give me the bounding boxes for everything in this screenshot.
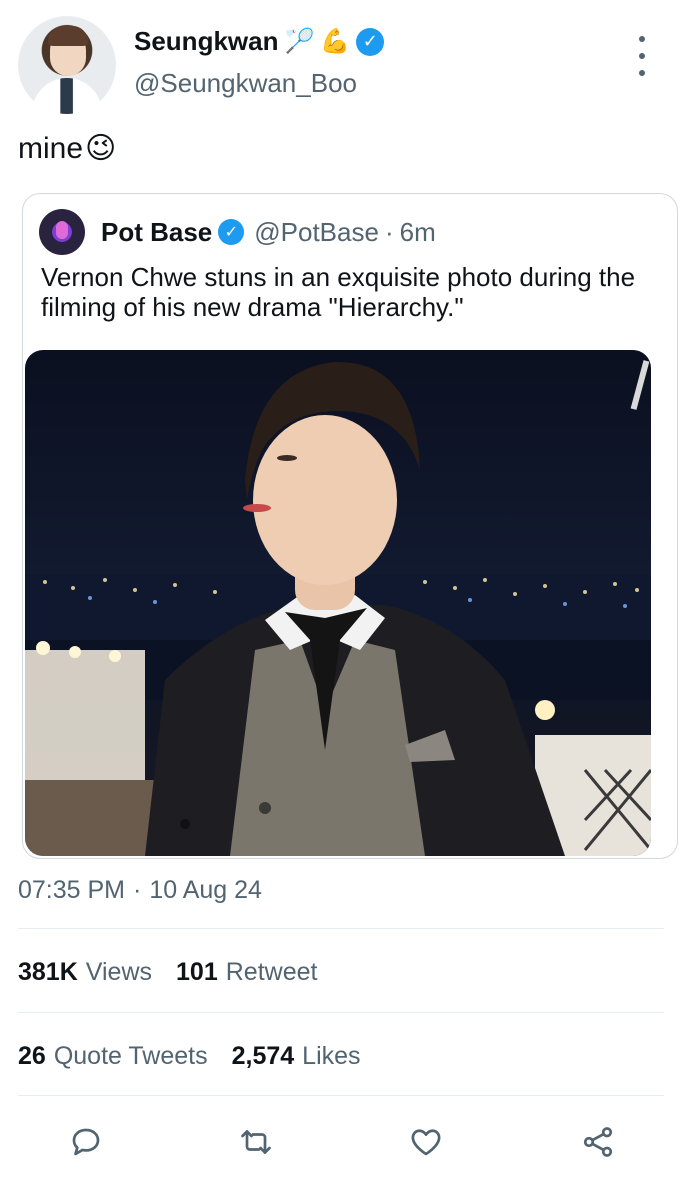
share-icon[interactable] [576, 1120, 620, 1164]
quoted-tweet-header: Pot Base ✓ @PotBase · 6m [39, 208, 436, 256]
tweet-header: Seungkwan 🏸 💪 ✓ @Seungkwan_Boo [18, 16, 668, 116]
views-label: Views [85, 958, 153, 986]
tweet-text-body: mine [18, 132, 84, 165]
stats-row-views-retweets: 381K Views 101 Retweet [18, 958, 333, 987]
quote-tweets-label[interactable]: Quote Tweets [54, 1042, 208, 1071]
separator-dot: · [133, 876, 142, 904]
tweet-detail-page: Seungkwan 🏸 💪 ✓ @Seungkwan_Boo mine 😉 Po… [0, 0, 684, 1200]
flexed-biceps-emoji: 💪 [320, 27, 351, 55]
tweet-text: mine 😉 [18, 132, 116, 166]
divider [18, 1095, 664, 1096]
author-display-name[interactable]: Seungkwan [134, 26, 278, 57]
quoted-author-name[interactable]: Pot Base [101, 217, 212, 248]
author-avatar[interactable] [18, 16, 116, 114]
tweet-timestamp[interactable]: 07:35 PM · 10 Aug 24 [18, 876, 262, 905]
views-count: 381K [18, 958, 78, 986]
badminton-emoji: 🏸 [284, 27, 315, 55]
separator-dot: · [384, 216, 394, 247]
bottom-edge [0, 1196, 684, 1200]
author-name-row: Seungkwan 🏸 💪 ✓ [134, 26, 385, 57]
winking-face-emoji: 😉 [85, 132, 117, 165]
more-options-icon[interactable] [632, 36, 652, 76]
author-handle[interactable]: @Seungkwan_Boo [134, 68, 357, 99]
tweet-time: 07:35 PM [18, 876, 126, 904]
retweets-count[interactable]: 101 [176, 958, 218, 987]
retweet-icon[interactable] [234, 1120, 278, 1164]
quoted-tweet-time[interactable]: 6m [400, 217, 436, 248]
quoted-tweet-text: Vernon Chwe stuns in an exquisite photo … [41, 262, 636, 322]
tweet-actions-bar [0, 1110, 684, 1170]
verified-badge-icon: ✓ [218, 219, 245, 245]
quoted-author-handle[interactable]: @PotBase [254, 217, 379, 248]
like-icon[interactable] [404, 1120, 448, 1164]
quote-tweets-count[interactable]: 26 [18, 1042, 46, 1071]
photo-illustration [25, 360, 651, 856]
likes-count[interactable]: 2,574 [232, 1042, 295, 1071]
divider [18, 1012, 664, 1013]
quoted-tweet-photo[interactable] [25, 350, 651, 856]
tweet-date: 10 Aug 24 [149, 876, 262, 904]
likes-label[interactable]: Likes [302, 1042, 360, 1071]
stats-row-quotes-likes: 26 Quote Tweets 2,574 Likes [18, 1042, 377, 1071]
divider [18, 928, 664, 929]
quoted-tweet-card[interactable]: Pot Base ✓ @PotBase · 6m Vernon Chwe stu… [22, 193, 678, 859]
quoted-author-avatar[interactable] [39, 209, 85, 255]
verified-badge-icon: ✓ [356, 27, 385, 56]
reply-icon[interactable] [64, 1120, 108, 1164]
retweets-label[interactable]: Retweet [226, 958, 318, 987]
